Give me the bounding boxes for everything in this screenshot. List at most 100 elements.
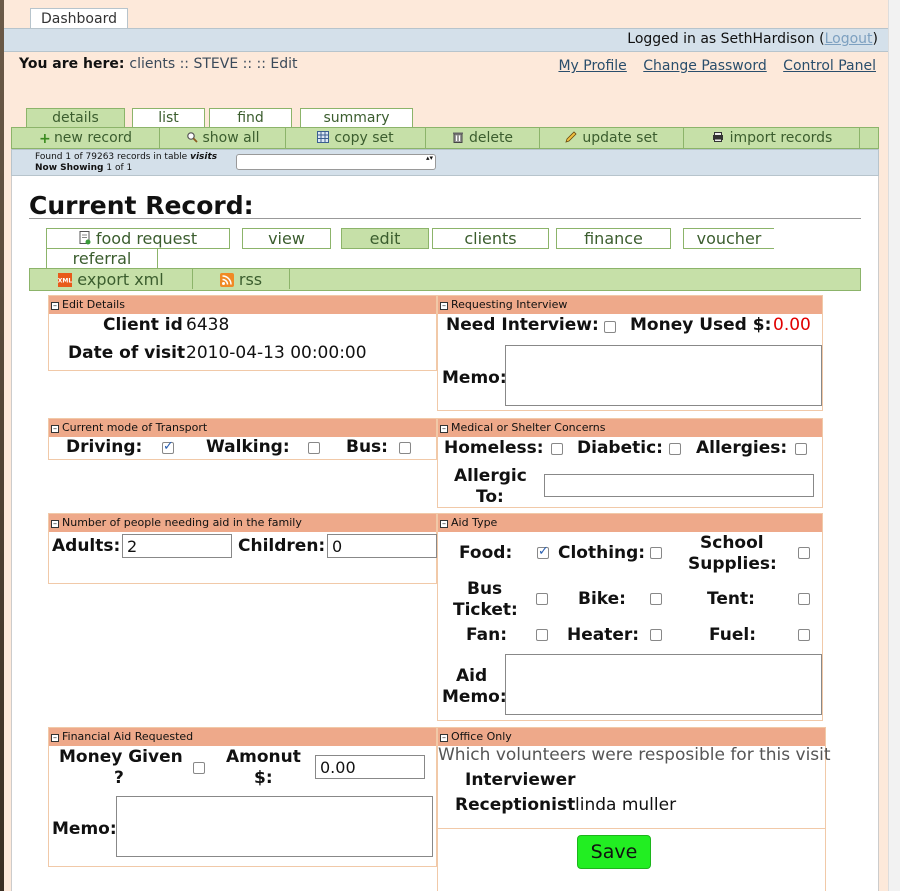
breadcrumb-clients[interactable]: clients <box>129 56 175 72</box>
allergic-to-input[interactable] <box>544 474 814 497</box>
control-panel-link[interactable]: Control Panel <box>783 58 876 74</box>
subtab-food-request[interactable]: food request <box>46 228 230 249</box>
change-password-link[interactable]: Change Password <box>643 58 766 74</box>
tab-summary[interactable]: summary <box>300 108 413 128</box>
tab-list[interactable]: list <box>132 108 205 128</box>
section-header: – Medical or Shelter Concerns <box>438 419 822 437</box>
logout-link[interactable]: Logout <box>825 31 873 47</box>
section-header: – Office Only <box>438 728 825 746</box>
import-records-button[interactable]: import records <box>684 128 860 148</box>
title-divider <box>29 218 861 219</box>
clothing-label: Clothing: <box>558 543 646 563</box>
rss-button[interactable]: rss <box>193 269 290 289</box>
children-input[interactable] <box>327 534 437 558</box>
collapse-icon[interactable]: – <box>51 425 59 433</box>
subtab-finance[interactable]: finance <box>556 228 671 249</box>
account-links: My Profile Change Password Control Panel <box>546 58 876 74</box>
export-xml-button[interactable]: XML export xml <box>30 269 193 289</box>
dashboard-tab[interactable]: Dashboard <box>30 8 128 29</box>
interview-memo-label: Memo: <box>442 368 507 388</box>
need-interview-checkbox[interactable] <box>604 321 616 333</box>
show-all-label: show all <box>202 130 260 146</box>
section-header: – Number of people needing aid in the fam… <box>49 514 436 532</box>
subtab-voucher[interactable]: voucher <box>683 228 774 249</box>
aid-memo-textarea[interactable] <box>505 654 822 715</box>
client-id-label: Client id <box>103 315 183 335</box>
collapse-icon[interactable]: – <box>440 520 448 528</box>
fuel-checkbox[interactable] <box>798 629 810 641</box>
aid-memo-label-1: Aid <box>456 666 488 686</box>
children-label: Children: <box>238 536 326 556</box>
homeless-checkbox[interactable] <box>551 443 563 455</box>
subtab-clients[interactable]: clients <box>432 228 549 249</box>
svg-text:XML: XML <box>58 278 72 285</box>
breadcrumb: You are here: clients :: STEVE :: :: Edi… <box>19 56 298 72</box>
found-line: Found 1 of 79263 records in table visits <box>35 152 218 162</box>
collapse-icon[interactable]: – <box>440 734 448 742</box>
fan-checkbox[interactable] <box>536 629 548 641</box>
subtab-referral[interactable]: referral <box>46 248 158 269</box>
collapse-icon[interactable]: – <box>51 520 59 528</box>
my-profile-link[interactable]: My Profile <box>558 58 626 74</box>
client-id-value: 6438 <box>186 315 230 335</box>
show-all-button[interactable]: show all <box>160 128 286 148</box>
subtab-edit[interactable]: edit <box>341 228 429 249</box>
tab-details[interactable]: details <box>26 108 125 128</box>
bike-checkbox[interactable] <box>650 593 662 605</box>
copy-set-button[interactable]: copy set <box>286 128 426 148</box>
tent-label: Tent: <box>707 589 755 609</box>
rss-label: rss <box>238 270 263 289</box>
delete-label: delete <box>468 130 514 146</box>
school-supplies-checkbox[interactable] <box>798 547 810 559</box>
new-record-button[interactable]: + new record <box>12 128 160 148</box>
collapse-icon[interactable]: – <box>440 302 448 310</box>
window-frame-left <box>0 0 4 891</box>
interviewer-label: Interviewer <box>465 770 576 790</box>
financial-memo-label: Memo: <box>52 819 117 839</box>
breadcrumb-current: Edit <box>270 56 298 72</box>
tab-find[interactable]: find <box>209 108 292 128</box>
collapse-icon[interactable]: – <box>51 302 59 310</box>
breadcrumb-client[interactable]: STEVE <box>193 56 238 72</box>
food-checkbox[interactable] <box>537 544 549 559</box>
delete-button[interactable]: delete <box>426 128 540 148</box>
page-title: Current Record: <box>29 191 254 220</box>
collapse-icon[interactable]: – <box>440 425 448 433</box>
action-toolbar: + new record show all copy set delete upd… <box>11 127 879 149</box>
new-record-label: new record <box>53 130 133 146</box>
diabetic-checkbox[interactable] <box>669 443 681 455</box>
visit-date-label: Date of visit <box>68 343 186 363</box>
xml-icon: XML <box>58 273 73 287</box>
clothing-checkbox[interactable] <box>650 547 662 559</box>
walking-checkbox[interactable] <box>308 442 320 454</box>
allergies-checkbox[interactable] <box>795 443 807 455</box>
driving-label: Driving: <box>66 437 143 457</box>
bus-ticket-checkbox[interactable] <box>536 593 548 605</box>
showing-line: Now Showing 1 of 1 <box>35 163 133 173</box>
fuel-label: Fuel: <box>709 625 757 645</box>
money-given-checkbox[interactable] <box>193 762 205 774</box>
breadcrumb-sep: :: <box>256 56 271 72</box>
financial-memo-textarea[interactable] <box>116 796 433 857</box>
breadcrumb-label: You are here: <box>19 56 130 72</box>
user-bar: Logged in as SethHardison (Logout) <box>4 28 888 52</box>
bus-checkbox[interactable] <box>399 442 411 454</box>
adults-input[interactable] <box>122 534 232 558</box>
amount-input[interactable] <box>315 755 425 779</box>
tent-checkbox[interactable] <box>798 593 810 605</box>
collapse-icon[interactable]: – <box>51 734 59 742</box>
driving-checkbox[interactable] <box>162 439 174 454</box>
homeless-label: Homeless: <box>444 438 544 458</box>
subtab-view[interactable]: view <box>242 228 331 249</box>
login-status: Logged in as SethHardison (Logout) <box>627 31 878 47</box>
save-button[interactable]: Save <box>577 835 651 869</box>
interview-memo-textarea[interactable] <box>505 345 822 406</box>
export-bar: XML export xml rss <box>29 268 861 291</box>
amount-dollar-label: $: <box>254 768 273 788</box>
record-jump-select[interactable] <box>236 154 436 170</box>
scrollbar-track[interactable] <box>888 0 900 891</box>
aid-memo-label-2: Memo: <box>442 687 507 707</box>
heater-checkbox[interactable] <box>650 629 662 641</box>
allergies-label: Allergies: <box>696 438 788 458</box>
update-set-button[interactable]: update set <box>540 128 684 148</box>
